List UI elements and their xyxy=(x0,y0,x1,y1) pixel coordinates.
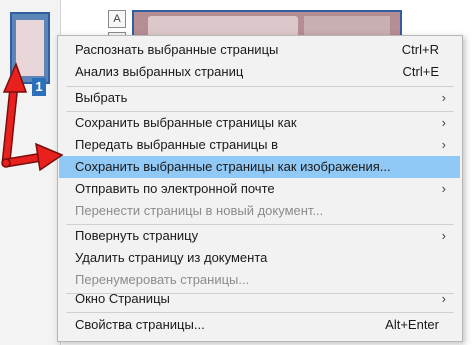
menu-item-label: Удалить страницу из документа xyxy=(75,250,268,265)
menu-item-select[interactable]: Выбрать › xyxy=(59,87,460,109)
page-thumbnail-image xyxy=(16,20,44,76)
menu-item-email[interactable]: Отправить по электронной почте › xyxy=(59,178,460,200)
menu-separator xyxy=(66,312,454,313)
chevron-right-icon: › xyxy=(441,90,446,105)
chevron-right-icon: › xyxy=(441,137,446,152)
menu-item-label: Сохранить выбранные страницы как xyxy=(75,115,297,130)
menu-item-page-properties[interactable]: Свойства страницы... Alt+Enter xyxy=(59,314,460,336)
menu-item-label: Перенести страницы в новый документ... xyxy=(75,203,324,218)
page-thumbnail[interactable] xyxy=(10,12,50,84)
menu-item-label: Свойства страницы... xyxy=(75,317,205,332)
menu-item-analyze[interactable]: Анализ выбранных страниц Ctrl+E xyxy=(59,61,460,83)
menu-item-save-as-images[interactable]: Сохранить выбранные страницы как изображ… xyxy=(59,156,460,178)
menu-item-recognize[interactable]: Распознать выбранные страницы Ctrl+R xyxy=(59,39,460,61)
menu-item-label: Анализ выбранных страниц xyxy=(75,64,244,79)
menu-item-label: Выбрать xyxy=(75,90,128,105)
menu-item-label: Отправить по электронной почте xyxy=(75,181,275,196)
menu-item-label: Повернуть страницу xyxy=(75,228,199,243)
menu-item-label: Распознать выбранные страницы xyxy=(75,42,279,57)
context-menu: Распознать выбранные страницы Ctrl+R Ана… xyxy=(57,35,463,342)
menu-item-send-to[interactable]: Передать выбранные страницы в › xyxy=(59,134,460,156)
text-area-icon[interactable]: A xyxy=(108,10,126,28)
menu-item-rotate[interactable]: Повернуть страницу › xyxy=(59,225,460,247)
pages-panel: 1 xyxy=(0,0,61,345)
menu-item-pages-window[interactable]: Окно Страницы › xyxy=(59,288,460,310)
chevron-right-icon: › xyxy=(441,291,446,306)
menu-item-shortcut: Alt+Enter xyxy=(385,317,439,332)
menu-item-label: Передать выбранные страницы в xyxy=(75,137,278,152)
menu-item-label: Окно Страницы xyxy=(75,291,170,306)
chevron-right-icon: › xyxy=(441,181,446,196)
menu-item-delete-page[interactable]: Удалить страницу из документа xyxy=(59,247,460,269)
chevron-right-icon: › xyxy=(441,228,446,243)
menu-item-shortcut: Ctrl+E xyxy=(402,64,439,79)
page-number-badge: 1 xyxy=(32,78,46,96)
menu-item-save-as[interactable]: Сохранить выбранные страницы как › xyxy=(59,112,460,134)
chevron-right-icon: › xyxy=(441,115,446,130)
menu-item-label: Сохранить выбранные страницы как изображ… xyxy=(75,159,391,174)
menu-item-shortcut: Ctrl+R xyxy=(401,42,439,57)
menu-item-move-to-new-document: Перенести страницы в новый документ... xyxy=(59,200,460,222)
